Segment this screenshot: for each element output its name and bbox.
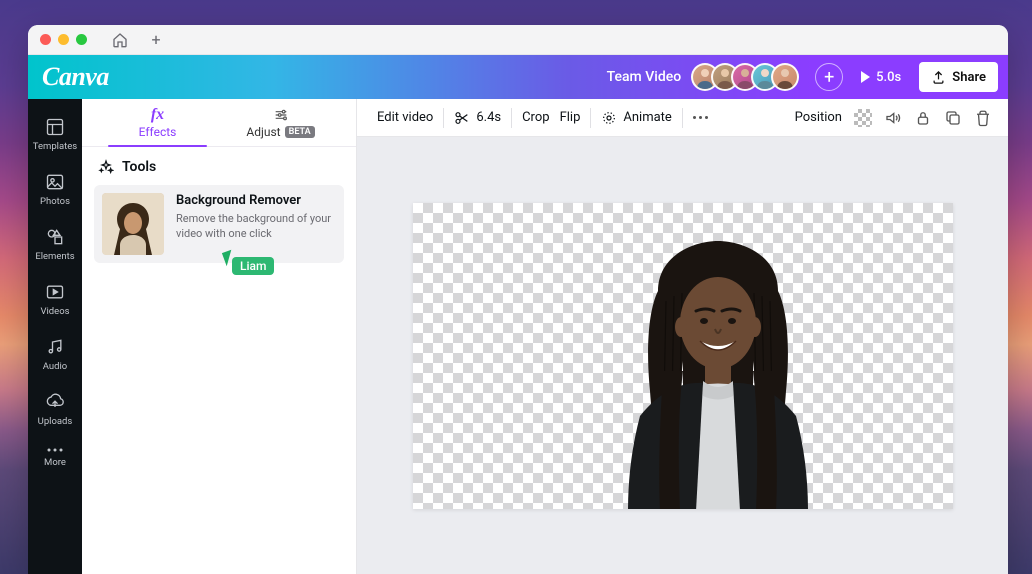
rail-label: Audio [43,361,67,372]
tool-description: Remove the background of your video with… [176,211,336,242]
video-frame[interactable] [413,203,953,509]
maximize-window-button[interactable] [76,34,87,45]
more-icon [46,447,64,453]
rail-audio[interactable]: Audio [28,327,82,382]
scissors-icon [454,110,470,126]
share-button[interactable]: Share [919,62,998,92]
background-remover-tool[interactable]: Background Remover Remove the background… [94,185,344,263]
play-icon [861,71,870,83]
tab-label: Effects [139,125,177,139]
tool-text: Background Remover Remove the background… [176,193,336,242]
tool-thumbnail [102,193,164,255]
adjust-icon [273,107,289,123]
canva-logo[interactable]: Canva [42,62,109,92]
uploads-icon [45,392,65,412]
new-tab-button[interactable]: + [147,31,165,49]
rail-label: Templates [33,141,77,152]
collaborator-avatars [691,63,799,91]
rail-uploads[interactable]: Uploads [28,382,82,437]
collaborator-cursor: Liam [224,257,274,275]
lock-button[interactable] [914,109,932,127]
trash-icon [974,109,992,127]
tool-title: Background Remover [176,193,336,208]
tab-label: Adjust [246,125,280,139]
audio-icon [45,337,65,357]
copy-icon [944,109,962,127]
effects-panel: fx Effects Adjust BETA Tools [82,99,357,574]
tab-effects[interactable]: fx Effects [96,99,219,146]
tools-section: Tools [82,147,356,275]
templates-icon [45,117,65,137]
app-header: Canva Team Video + 5.0s Share [28,55,1008,99]
share-label: Share [952,70,986,85]
play-button[interactable]: 5.0s [853,62,909,92]
edit-video-button[interactable]: Edit video [377,110,433,125]
play-duration: 5.0s [876,70,901,85]
crop-button[interactable]: Crop [522,110,549,125]
nav-rail: Templates Photos Elements Videos Audio U… [28,99,82,574]
context-toolbar: Edit video 6.4s Crop Flip [357,99,1008,137]
beta-badge: BETA [285,126,315,138]
browser-chrome-bar: + [28,25,1008,55]
canvas-area: Edit video 6.4s Crop Flip [357,99,1008,574]
rail-label: Elements [35,251,74,262]
photos-icon [45,172,65,192]
close-window-button[interactable] [40,34,51,45]
rail-label: More [44,457,66,468]
animate-button[interactable]: Animate [601,110,671,126]
rail-templates[interactable]: Templates [28,107,82,162]
minimize-window-button[interactable] [58,34,69,45]
rail-photos[interactable]: Photos [28,162,82,217]
rail-more[interactable]: More [28,437,82,478]
flip-button[interactable]: Flip [560,110,581,125]
effects-icon: fx [151,107,164,123]
more-icon [693,116,708,119]
more-options-button[interactable] [693,116,708,119]
transparency-icon [854,109,872,127]
trim-button[interactable]: 6.4s [454,110,501,126]
duplicate-button[interactable] [944,109,962,127]
rail-elements[interactable]: Elements [28,217,82,272]
app-body: Templates Photos Elements Videos Audio U… [28,99,1008,574]
lock-icon [914,109,932,127]
canvas-stage[interactable] [357,137,1008,574]
project-name[interactable]: Team Video [607,69,682,85]
window-controls [40,34,87,45]
tools-heading: Tools [94,159,344,175]
animate-icon [601,110,617,126]
share-icon [931,70,946,85]
tab-adjust[interactable]: Adjust BETA [219,99,342,146]
video-subject [578,241,858,509]
avatar[interactable] [771,63,799,91]
sparkle-icon [98,159,114,175]
home-icon[interactable] [111,31,129,49]
trim-duration: 6.4s [476,110,501,125]
volume-button[interactable] [884,109,902,127]
tools-heading-label: Tools [122,159,156,175]
videos-icon [45,282,65,302]
panel-tabs: fx Effects Adjust BETA [82,99,356,147]
rail-label: Uploads [38,416,73,427]
rail-label: Videos [40,306,69,317]
volume-icon [884,109,902,127]
rail-label: Photos [40,196,70,207]
rail-videos[interactable]: Videos [28,272,82,327]
transparency-button[interactable] [854,109,872,127]
position-button[interactable]: Position [795,110,842,125]
elements-icon [45,227,65,247]
collaborator-name: Liam [232,257,274,275]
add-collaborator-button[interactable]: + [815,63,843,91]
delete-button[interactable] [974,109,992,127]
animate-label: Animate [623,110,671,125]
browser-window: + Canva Team Video + 5.0s Share [28,25,1008,574]
